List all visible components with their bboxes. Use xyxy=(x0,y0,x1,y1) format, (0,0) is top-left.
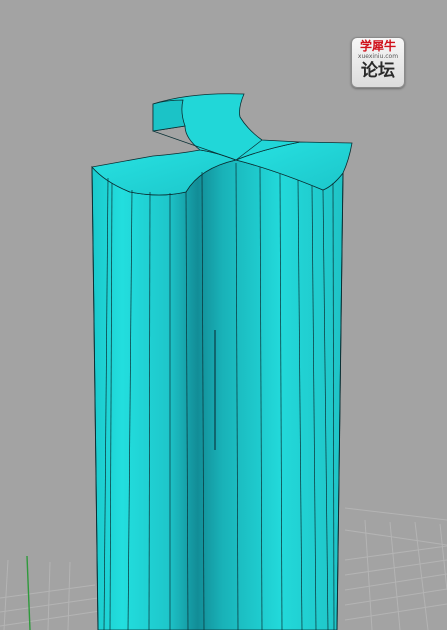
viewport-canvas[interactable] xyxy=(0,0,447,630)
rhino-perspective-viewport[interactable]: 学犀牛 xuexiniu.com 论坛 xyxy=(0,0,447,630)
watermark-url: xuexiniu.com xyxy=(357,53,399,60)
watermark-line1: 学犀牛 xyxy=(359,39,396,53)
y-axis-line xyxy=(26,555,31,630)
column-model[interactable] xyxy=(91,93,353,630)
column-top-raised-side[interactable] xyxy=(152,99,186,132)
column-body[interactable] xyxy=(91,159,344,630)
watermark-line2: 论坛 xyxy=(361,61,395,81)
xuexiniu-watermark-logo: 学犀牛 xuexiniu.com 论坛 xyxy=(351,37,405,88)
